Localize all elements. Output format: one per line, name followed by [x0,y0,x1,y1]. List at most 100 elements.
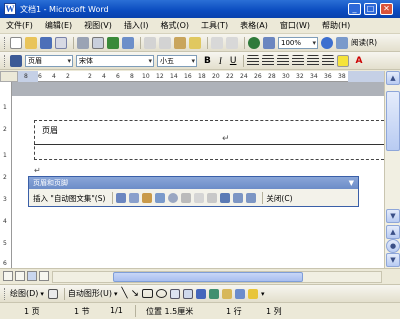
close-button[interactable]: ✕ [380,3,393,15]
insert-page-number-icon[interactable] [116,193,127,203]
new-document-icon[interactable] [10,36,22,49]
autoshapes-menu[interactable]: 自动图形(U) [68,288,112,299]
show-next-icon[interactable] [246,193,257,203]
chevron-down-icon[interactable]: ▾ [261,290,265,298]
align-right-icon[interactable] [277,54,290,67]
print-preview-icon[interactable] [92,36,104,49]
highlight-icon[interactable] [337,54,350,67]
menu-window[interactable]: 窗口(W) [280,20,310,31]
menu-format[interactable]: 格式(O) [160,20,189,31]
underline-icon[interactable]: U [230,56,237,66]
maximize-button[interactable]: □ [364,3,377,15]
line-icon[interactable]: ╲ [122,288,128,299]
hscroll-thumb[interactable] [113,272,303,282]
wordart-icon[interactable] [195,288,206,299]
font-color-icon[interactable]: A [355,56,362,66]
format-painter-icon[interactable] [189,36,201,49]
toolbar-grip[interactable] [4,54,7,67]
font-combo[interactable]: 宋体 [76,54,154,67]
scroll-up-icon[interactable]: ▲ [386,71,400,85]
select-objects-icon[interactable] [47,288,58,299]
numbering-icon[interactable] [307,54,320,67]
menu-help[interactable]: 帮助(H) [322,20,350,31]
spelling-icon[interactable] [107,36,119,49]
header-region[interactable] [34,120,384,160]
arrow-icon[interactable]: ↘ [131,288,139,299]
font-size-combo[interactable]: 小五 [157,54,197,67]
line-spacing-icon[interactable] [292,54,305,67]
read-label[interactable]: 阅读(R) [351,37,377,48]
format-page-number-icon[interactable] [142,193,153,203]
outline-view-icon[interactable] [39,271,49,281]
chevron-down-icon[interactable]: ▾ [40,290,44,298]
help-icon[interactable] [321,36,333,49]
minimize-button[interactable]: _ [348,3,361,15]
menu-table[interactable]: 表格(A) [240,20,268,31]
vertical-scrollbar[interactable]: ▲ ▼ ▲ ● ▼ [384,71,400,268]
indent-icon[interactable] [322,54,335,67]
diagram-icon[interactable] [208,288,219,299]
print-layout-icon[interactable] [27,271,37,281]
scroll-down-icon[interactable]: ▼ [386,209,400,223]
hf-toolbar-title[interactable]: 页眉和页脚 ▼ [29,177,358,189]
tab-selector[interactable] [0,71,18,82]
scroll-thumb[interactable] [386,91,400,151]
menu-view[interactable]: 视图(V) [84,20,112,31]
bold-icon[interactable]: B [204,56,211,66]
draw-menu[interactable]: 绘图(D) [10,288,38,299]
insert-picture-icon[interactable] [234,288,245,299]
chevron-down-icon[interactable]: ▾ [114,290,118,298]
document-area[interactable]: 页眉 ↵ ↵ [12,82,384,268]
horizontal-ruler[interactable]: 8 6 4 2 2 4 6 8 10 12 14 16 18 20 22 24 … [18,71,384,82]
read-icon[interactable] [336,36,348,49]
text-box-icon[interactable] [169,288,180,299]
copy-icon[interactable] [159,36,171,49]
styles-pane-icon[interactable] [10,54,22,67]
insert-page-count-icon[interactable] [129,193,140,203]
toolbar-options-icon[interactable]: ▼ [349,177,354,189]
show-previous-icon[interactable] [233,193,244,203]
cut-icon[interactable] [144,36,156,49]
print-icon[interactable] [77,36,89,49]
menu-insert[interactable]: 插入(I) [124,20,149,31]
menu-file[interactable]: 文件(F) [6,20,33,31]
insert-time-icon[interactable] [168,193,179,203]
toolbar-grip[interactable] [4,287,7,300]
next-page-icon[interactable]: ▼ [386,253,400,267]
align-center-icon[interactable] [262,54,275,67]
insert-autotext-button[interactable]: 插入 "自动图文集"(S) [33,193,105,204]
research-icon[interactable] [122,36,134,49]
vertical-text-box-icon[interactable] [182,288,193,299]
web-view-icon[interactable] [15,271,25,281]
redo-icon[interactable] [226,36,238,49]
browse-object-icon[interactable]: ● [386,239,400,253]
show-hide-text-icon[interactable] [194,193,205,203]
normal-view-icon[interactable] [3,271,13,281]
oval-icon[interactable] [155,289,167,298]
clip-art-icon[interactable] [221,288,232,299]
insert-date-icon[interactable] [155,193,166,203]
style-combo[interactable]: 页眉 [25,54,73,67]
paste-icon[interactable] [174,36,186,49]
italic-icon[interactable]: I [219,56,222,66]
menu-edit[interactable]: 编辑(E) [45,20,72,31]
undo-icon[interactable] [211,36,223,49]
switch-header-footer-icon[interactable] [220,193,231,203]
permission-icon[interactable] [55,36,67,49]
previous-page-icon[interactable]: ▲ [386,225,400,239]
hyperlink-icon[interactable] [248,36,260,49]
fill-color-icon[interactable] [247,288,258,299]
toolbar-grip[interactable] [4,36,7,49]
vertical-ruler[interactable]: 1 2 1 2 3 4 5 6 [0,82,12,268]
zoom-combo[interactable]: 100% [278,36,318,49]
save-icon[interactable] [40,36,52,49]
link-to-previous-icon[interactable] [207,193,218,203]
close-header-footer-button[interactable]: 关闭(C) [266,193,292,204]
align-justify-icon[interactable] [247,54,260,67]
horizontal-scrollbar[interactable] [52,271,382,283]
page-setup-icon[interactable] [181,193,192,203]
rectangle-icon[interactable] [141,289,153,298]
table-icon[interactable] [263,36,275,49]
menu-tools[interactable]: 工具(T) [201,20,228,31]
open-folder-icon[interactable] [25,36,37,49]
